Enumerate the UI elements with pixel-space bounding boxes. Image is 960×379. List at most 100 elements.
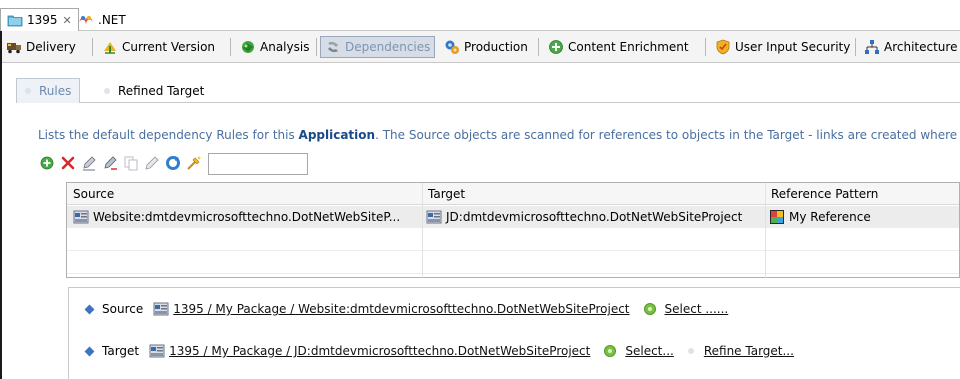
description-application: Application [298, 128, 376, 142]
editor-tab-label: 1395 [27, 13, 58, 27]
folder-icon [7, 12, 23, 28]
delete-button[interactable] [59, 155, 77, 173]
filter-input[interactable] [208, 153, 308, 175]
tab-label: Rules [39, 84, 72, 98]
refine-target-link[interactable]: Refine Target... [704, 344, 794, 358]
source-path-link[interactable]: 1395 / My Package / Website:dmtdevmicros… [173, 302, 629, 316]
table-row-empty[interactable] [67, 229, 959, 251]
target-value: JD:dmtdevmicrosofttechno.DotNetWebSitePr… [446, 210, 743, 224]
editor-tab-dotnet[interactable]: .NET [72, 8, 132, 31]
analysis-icon [240, 39, 256, 55]
tab-separator [230, 38, 231, 56]
table-row[interactable]: Website:dmtdevmicrosofttechno.DotNetWebS… [67, 206, 959, 228]
sub-tab-bar: Rules Refined Target [16, 77, 960, 103]
editor-tab-1395[interactable]: 1395 ✕ [0, 8, 79, 31]
tab-label: Architecture [884, 40, 958, 54]
tab-label: User Input Security [735, 40, 851, 54]
tab-delivery[interactable]: Delivery [2, 36, 80, 58]
main-tab-bar: Delivery Current Version Analysis Depend… [2, 31, 960, 63]
tab-user-input-security[interactable]: User Input Security [711, 36, 854, 58]
rule-detail-panel: Source 1395 / My Package / Website:dmtde… [68, 287, 960, 379]
edit-button[interactable] [80, 155, 98, 173]
tab-dot-icon [104, 87, 110, 94]
tab-label: Refined Target [118, 83, 205, 98]
security-shield-icon [715, 39, 731, 55]
tab-production[interactable]: Production [440, 36, 532, 58]
pattern-value: My Reference [789, 210, 871, 224]
tab-dot-icon [25, 88, 31, 94]
edit-all-button[interactable] [101, 155, 119, 173]
content-enrichment-icon [548, 39, 564, 55]
target-cell: JD:dmtdevmicrosofttechno.DotNetWebSitePr… [422, 206, 765, 228]
website-project-icon [153, 301, 169, 317]
column-header-reference-pattern[interactable]: Reference Pattern [765, 183, 959, 205]
table-row-empty[interactable] [67, 252, 959, 274]
edit-icon [81, 155, 97, 174]
description-text-end: . The Source objects are scanned for ref… [375, 128, 958, 142]
tab-separator [538, 38, 539, 56]
copy-button[interactable] [122, 155, 140, 173]
edit-all-icon [102, 155, 118, 174]
tab-label: Content Enrichment [568, 40, 689, 54]
editor-tab-bar: 1395 ✕ .NET [0, 0, 960, 31]
pattern-cell: My Reference [765, 206, 959, 228]
copy-icon [123, 155, 139, 174]
select-source-link[interactable]: Select ...... [665, 302, 729, 316]
close-icon[interactable]: ✕ [63, 14, 72, 27]
filter-icon [186, 155, 202, 174]
source-detail-row: Source 1395 / My Package / Website:dmtde… [83, 299, 728, 319]
refresh-icon [165, 155, 181, 174]
tab-label: Production [464, 40, 528, 54]
select-source-icon [643, 303, 656, 315]
column-header-source[interactable]: Source [67, 183, 422, 205]
bullet-diamond-icon [84, 346, 95, 356]
select-target-icon [604, 345, 617, 357]
window-left-border [0, 31, 2, 379]
rules-table: Source Target Reference Pattern Website:… [66, 182, 960, 278]
rules-description: Lists the default dependency Rules for t… [38, 128, 957, 142]
refresh-button[interactable] [164, 155, 182, 173]
production-icon [444, 39, 460, 55]
architecture-icon [864, 39, 880, 55]
column-divider [765, 183, 766, 278]
refine-target-dot-icon [687, 348, 694, 354]
pencil-icon [144, 155, 160, 174]
select-target-link[interactable]: Select... [625, 344, 673, 358]
tab-architecture[interactable]: Architecture [860, 36, 960, 58]
tab-label: Analysis [260, 40, 310, 54]
delivery-truck-icon [6, 39, 22, 55]
description-text-start: Lists the default dependency Rules for t… [38, 128, 299, 142]
filter-button[interactable] [185, 155, 203, 173]
tab-separator [316, 38, 317, 56]
tab-analysis[interactable]: Analysis [236, 36, 313, 58]
web-project-icon [426, 209, 442, 225]
bullet-diamond-icon [84, 304, 95, 314]
delete-icon [61, 156, 75, 173]
tab-dependencies[interactable]: Dependencies [320, 36, 436, 58]
tab-label: Current Version [122, 40, 216, 54]
add-button[interactable] [38, 155, 56, 173]
tab-refined-target[interactable]: Refined Target [96, 78, 212, 103]
reference-pattern-icon [769, 209, 785, 225]
target-detail-label: Target [102, 344, 140, 358]
tab-label: Delivery [26, 40, 76, 54]
editor-tab-label: .NET [98, 12, 126, 27]
tab-separator [705, 38, 706, 56]
pencil-button[interactable] [143, 155, 161, 173]
tab-content-enrichment[interactable]: Content Enrichment [544, 36, 693, 58]
source-detail-label: Source [102, 302, 144, 316]
target-detail-row: Target 1395 / My Package / JD:dmtdevmicr… [83, 341, 794, 361]
dotnet-icon [78, 12, 94, 28]
tab-rules[interactable]: Rules [16, 78, 81, 103]
source-cell: Website:dmtdevmicrosofttechno.DotNetWebS… [69, 206, 422, 228]
target-path-link[interactable]: 1395 / My Package / JD:dmtdevmicrosoftte… [169, 344, 590, 358]
web-project-icon [149, 343, 165, 359]
column-header-target[interactable]: Target [422, 183, 765, 205]
tab-separator [855, 38, 856, 56]
tab-separator [92, 38, 93, 56]
dependencies-icon [325, 39, 341, 55]
tab-current-version[interactable]: Current Version [98, 36, 219, 58]
column-divider [422, 183, 423, 278]
rules-toolbar [38, 153, 308, 175]
tab-label: Dependencies [345, 40, 431, 54]
